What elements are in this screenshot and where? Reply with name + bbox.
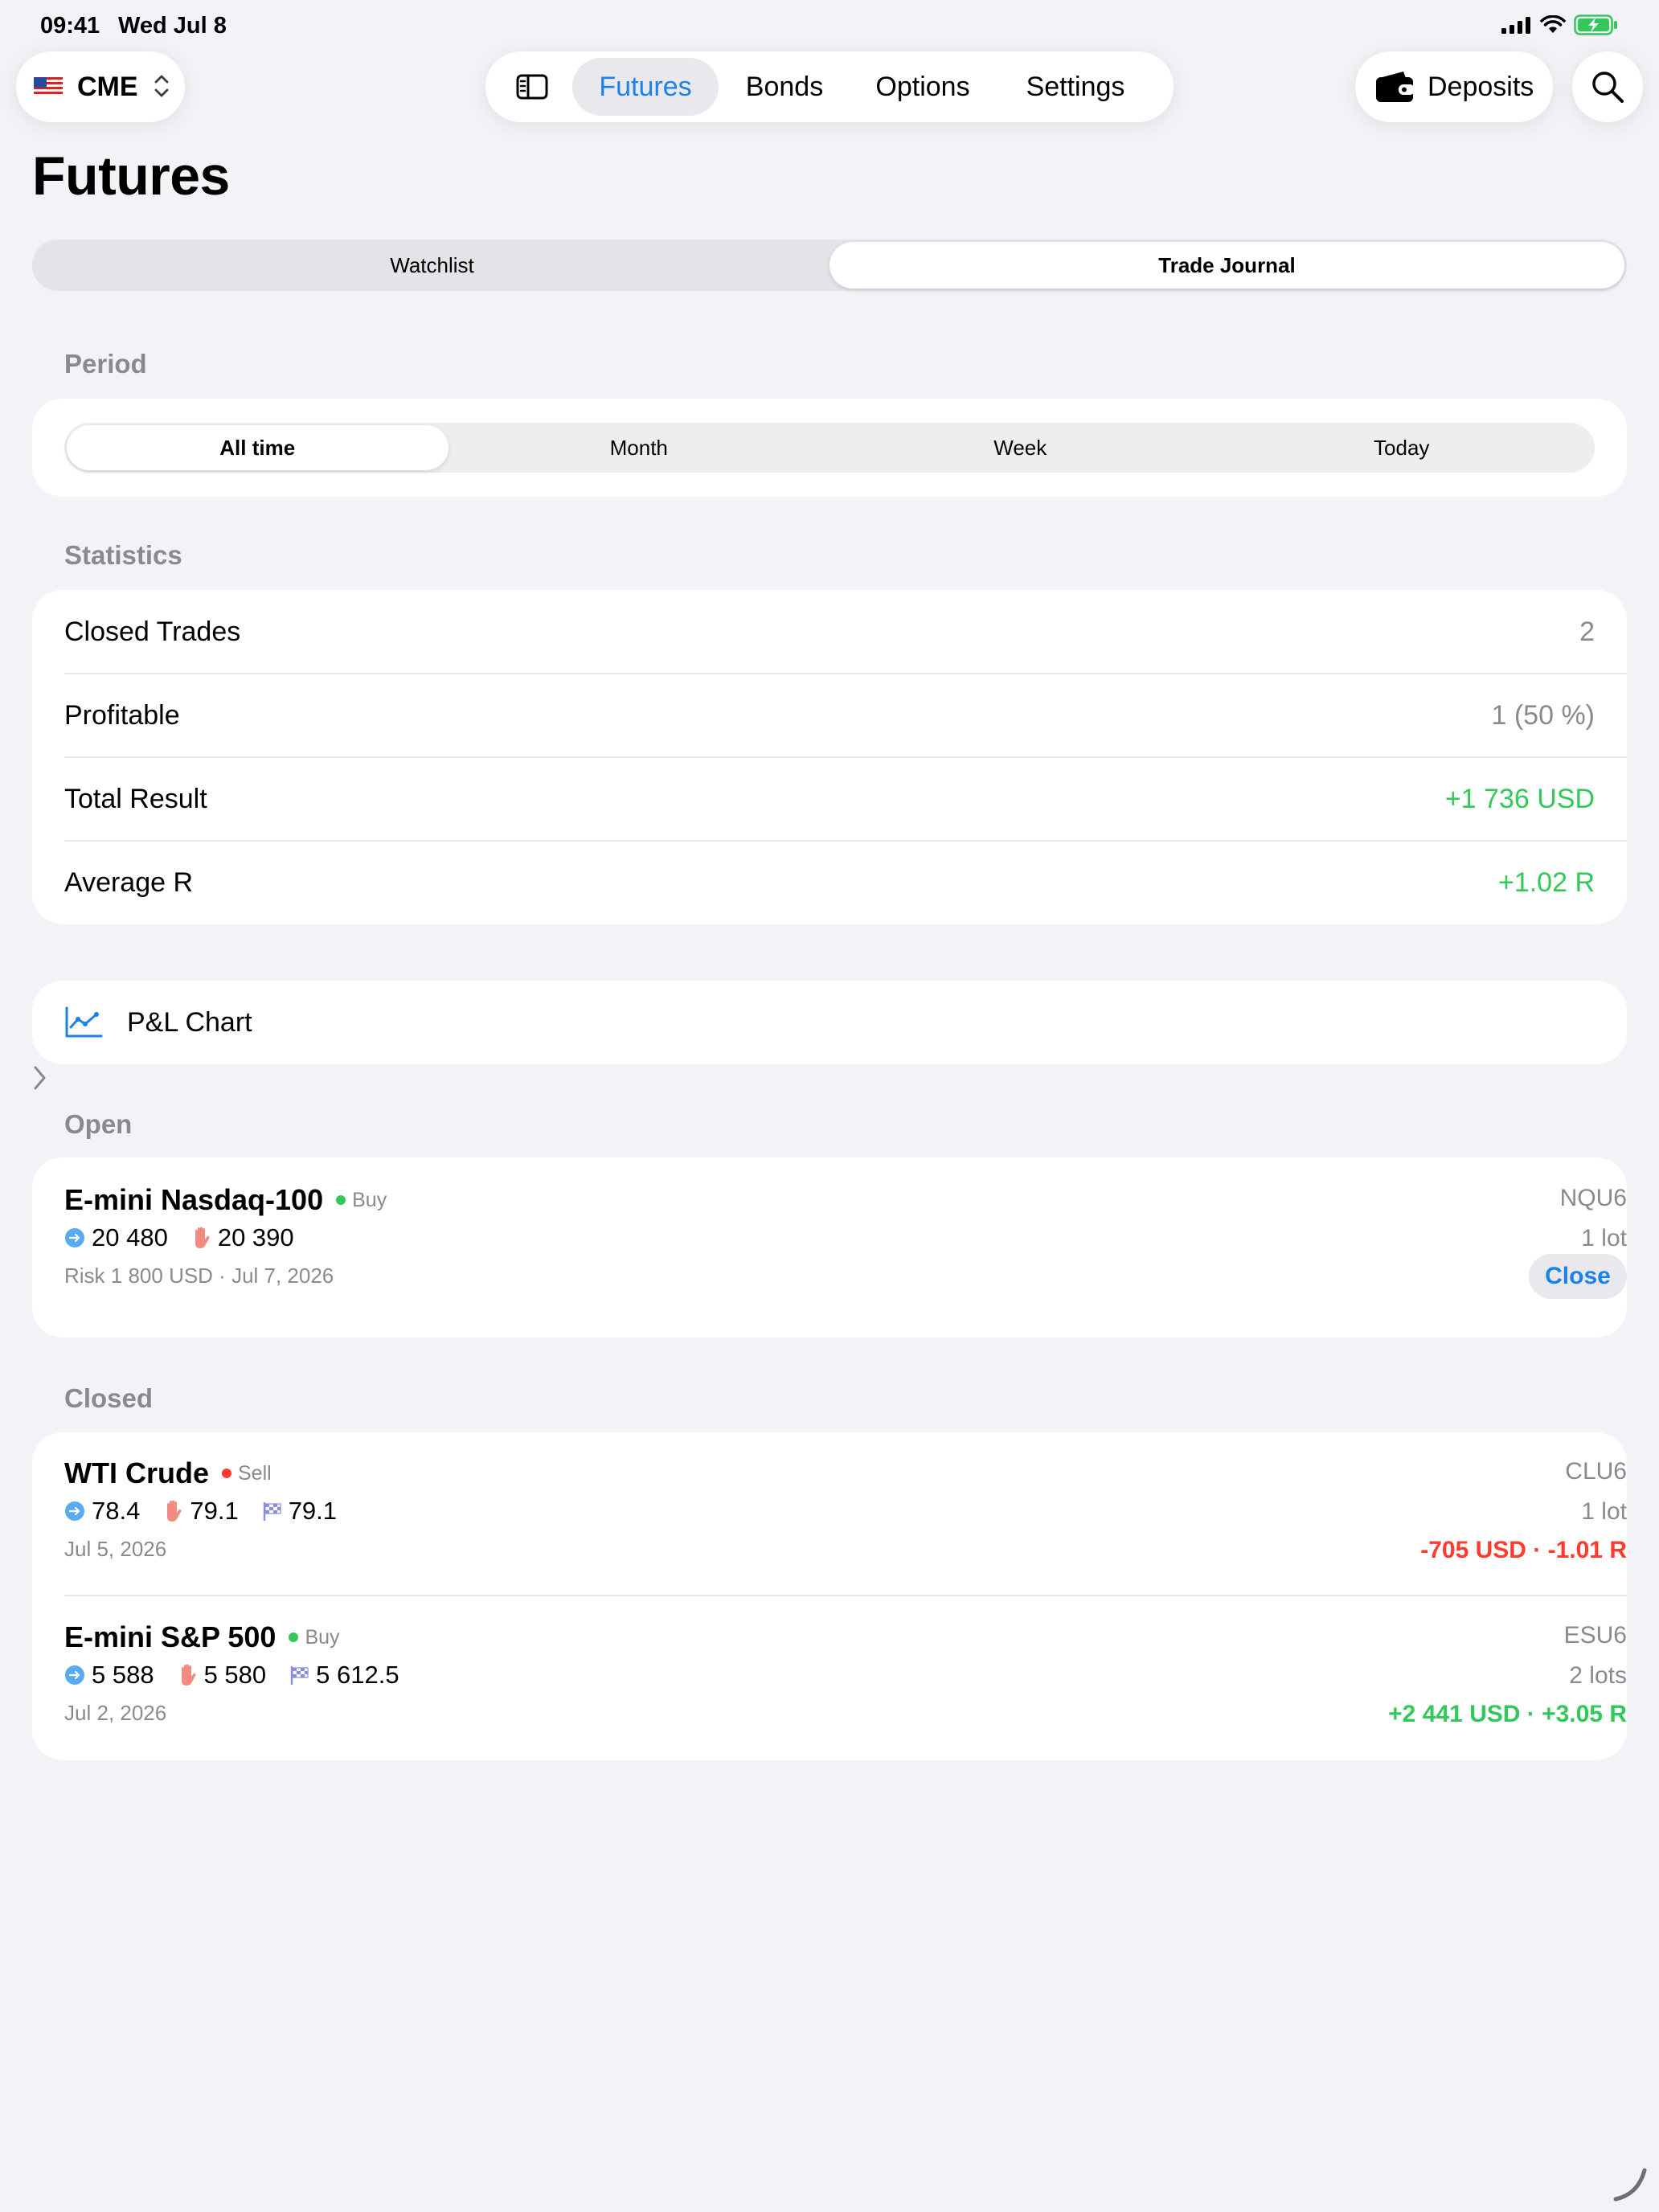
chevron-up-down-icon xyxy=(154,75,169,97)
trade-lots: 1 lot xyxy=(1581,1498,1627,1525)
statistics-card: Closed Trades 2 Profitable 1 (50 %) Tota… xyxy=(32,590,1627,924)
sidebar-icon xyxy=(516,74,548,100)
trade-date: Jul 5, 2026 xyxy=(64,1537,167,1561)
stop-price: 20 390 xyxy=(217,1223,294,1251)
window-resize-handle-icon[interactable] xyxy=(1609,2164,1649,2204)
stat-label: Average R xyxy=(64,866,194,898)
trade-ticker: NQU6 xyxy=(1559,1185,1627,1211)
stat-row-average-r: Average R +1.02 R xyxy=(64,841,1627,924)
trade-lots: 1 lot xyxy=(1581,1225,1627,1251)
exchange-picker[interactable]: CME xyxy=(16,51,185,122)
period-card: All time Month Week Today xyxy=(32,399,1627,497)
stat-row-profitable: Profitable 1 (50 %) xyxy=(64,674,1627,757)
stat-label: Closed Trades xyxy=(64,616,241,647)
segment-watchlist[interactable]: Watchlist xyxy=(35,242,830,289)
stop-hand-icon xyxy=(167,1500,182,1522)
trade-ticker: CLU6 xyxy=(1565,1458,1627,1485)
period-month[interactable]: Month xyxy=(449,425,830,470)
open-trades-card: E-mini Nasdaq-100 Buy 20 480 20 390 Risk… xyxy=(32,1157,1627,1337)
trade-side: Sell xyxy=(237,1461,272,1485)
period-section-label: Period xyxy=(64,349,147,379)
side-indicator xyxy=(221,1469,231,1478)
period-all-time[interactable]: All time xyxy=(67,425,449,470)
tab-options[interactable]: Options xyxy=(850,58,995,116)
entry-price: 78.4 xyxy=(92,1497,141,1525)
trade-name: WTI Crude xyxy=(64,1456,209,1489)
tab-settings[interactable]: Settings xyxy=(995,58,1156,116)
tab-bonds[interactable]: Bonds xyxy=(719,58,850,116)
tab-futures[interactable]: Futures xyxy=(572,58,719,116)
wifi-icon xyxy=(1540,15,1566,33)
page-title: Futures xyxy=(32,145,230,207)
pnl-chart-row[interactable]: P&L Chart xyxy=(32,981,1627,1090)
stat-value: +1.02 R xyxy=(1497,866,1595,898)
trade-meta: Risk 1 800 USD · Jul 7, 2026 xyxy=(64,1264,334,1288)
exchange-name: CME xyxy=(77,71,138,102)
wallet-icon xyxy=(1376,72,1415,102)
side-indicator xyxy=(336,1195,346,1205)
stat-row-closed-trades: Closed Trades 2 xyxy=(64,590,1627,674)
top-tab-bar: Futures Bonds Options Settings xyxy=(485,51,1174,122)
statistics-section-label: Statistics xyxy=(64,540,182,570)
stop-hand-icon xyxy=(195,1227,210,1248)
period-week[interactable]: Week xyxy=(830,425,1211,470)
stat-row-total-result: Total Result +1 736 USD xyxy=(64,757,1627,841)
row-divider xyxy=(64,1595,1627,1596)
period-today[interactable]: Today xyxy=(1211,425,1593,470)
trade-name: E-mini S&P 500 xyxy=(64,1620,276,1653)
status-bar: 09:41 Wed Jul 8 xyxy=(0,0,1659,48)
status-date: Wed Jul 8 xyxy=(118,13,227,39)
segment-trade-journal[interactable]: Trade Journal xyxy=(830,242,1624,289)
stat-value: 1 (50 %) xyxy=(1491,699,1596,731)
entry-arrow-icon xyxy=(65,1228,84,1247)
stat-value: +1 736 USD xyxy=(1444,783,1595,814)
entry-arrow-icon xyxy=(65,1501,84,1521)
checkered-flag-icon xyxy=(290,1665,309,1686)
stop-price: 79.1 xyxy=(190,1497,239,1525)
stat-label: Total Result xyxy=(64,783,207,814)
entry-price: 20 480 xyxy=(92,1223,168,1251)
trade-name: E-mini Nasdaq-100 xyxy=(64,1183,324,1216)
stop-price: 5 580 xyxy=(203,1661,267,1689)
trade-ticker: ESU6 xyxy=(1563,1622,1627,1649)
pnl-chart-label: P&L Chart xyxy=(127,1006,252,1038)
entry-price: 5 588 xyxy=(92,1661,154,1689)
exit-price: 5 612.5 xyxy=(316,1661,399,1689)
deposits-button[interactable]: Deposits xyxy=(1355,51,1553,122)
chevron-right-icon xyxy=(34,1066,46,1090)
deposits-label: Deposits xyxy=(1428,71,1534,102)
trade-side: Buy xyxy=(305,1625,340,1649)
trade-result: -705 USD · -1.01 R xyxy=(1420,1537,1627,1563)
search-button[interactable] xyxy=(1572,51,1643,122)
status-time: 09:41 xyxy=(40,13,100,39)
period-segmented-control: All time Month Week Today xyxy=(64,423,1595,473)
cellular-signal-icon xyxy=(1501,17,1530,34)
trade-row[interactable]: E-mini Nasdaq-100 Buy 20 480 20 390 Risk… xyxy=(64,1183,1627,1312)
battery-charging-icon xyxy=(1574,14,1617,35)
trade-lots: 2 lots xyxy=(1569,1662,1627,1689)
sidebar-toggle-button[interactable] xyxy=(492,58,572,116)
us-flag-icon xyxy=(34,77,63,96)
line-chart-icon xyxy=(65,1006,103,1038)
trade-row[interactable]: E-mini S&P 500 Buy 5 588 5 580 5 612.5 J… xyxy=(64,1620,1627,1741)
trade-side: Buy xyxy=(352,1188,387,1211)
status-icons xyxy=(1501,14,1619,35)
stat-value: 2 xyxy=(1579,616,1595,647)
closed-trades-card: WTI Crude Sell 78.4 79.1 79.1 Jul 5, 202… xyxy=(32,1432,1627,1760)
entry-arrow-icon xyxy=(65,1665,84,1685)
search-icon xyxy=(1592,72,1624,103)
stop-hand-icon xyxy=(181,1664,196,1686)
stat-label: Profitable xyxy=(64,699,180,731)
side-indicator xyxy=(289,1632,299,1642)
open-section-label: Open xyxy=(64,1109,133,1139)
close-trade-button[interactable]: Close xyxy=(1529,1254,1627,1299)
exit-price: 79.1 xyxy=(288,1497,338,1525)
closed-section-label: Closed xyxy=(64,1383,154,1413)
trade-row[interactable]: WTI Crude Sell 78.4 79.1 79.1 Jul 5, 202… xyxy=(64,1456,1627,1577)
trade-result: +2 441 USD · +3.05 R xyxy=(1388,1701,1627,1727)
view-segmented-control: Watchlist Trade Journal xyxy=(32,240,1627,291)
checkered-flag-icon xyxy=(263,1501,281,1522)
trade-date: Jul 2, 2026 xyxy=(64,1701,167,1725)
